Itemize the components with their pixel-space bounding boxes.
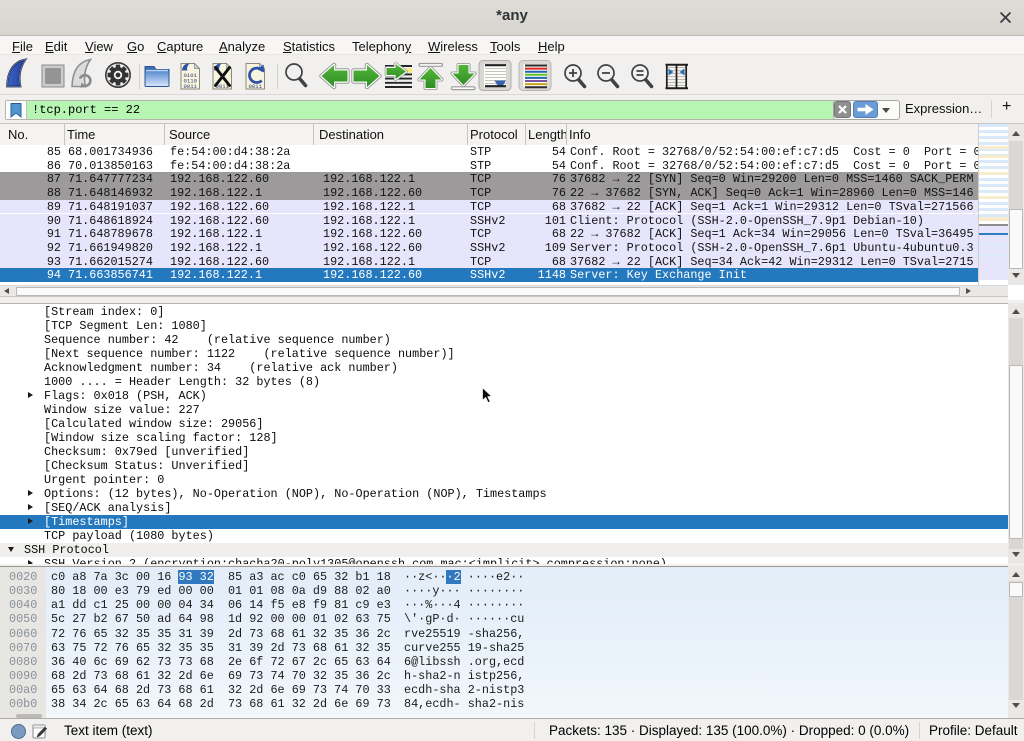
svg-text:0011: 0011: [184, 83, 198, 90]
svg-text:0011: 0011: [249, 83, 263, 90]
